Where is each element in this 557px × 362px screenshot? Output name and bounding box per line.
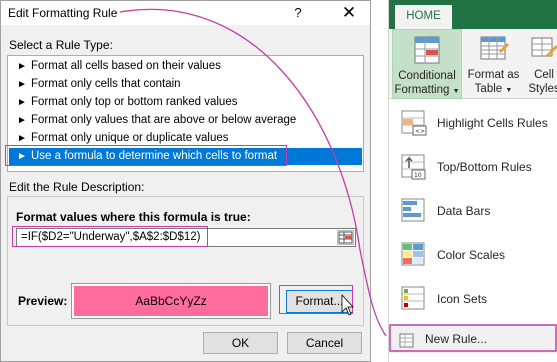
dialog-titlebar: Edit Formatting Rule ? ✕ [1,1,370,25]
edit-formatting-rule-dialog: Edit Formatting Rule ? ✕ Select a Rule T… [0,0,371,362]
arrow-icon: ► [17,61,27,72]
menu-item-icon-sets[interactable]: Icon Sets [389,277,557,321]
menu-item-label: Color Scales [437,248,506,262]
conditional-formatting-icon: ≠ [411,34,443,66]
highlight-cells-icon: <> [399,107,429,137]
rule-type-item[interactable]: ► Format only top or bottom ranked values [9,94,362,111]
new-rule-icon [399,333,414,348]
cell-styles-label-1: Cell [534,69,554,81]
menu-item-label: Data Bars [437,204,491,218]
format-button[interactable]: Format... [286,290,353,313]
icon-sets-icon [399,283,429,313]
cancel-button[interactable]: Cancel [287,332,362,354]
arrow-icon: ► [17,97,27,108]
arrow-icon: ► [17,79,27,90]
svg-text:<>: <> [415,128,425,135]
conditional-formatting-menu: <> Highlight Cells Rules 10 Top/Bottom R… [389,99,557,362]
dropdown-arrow-icon: ▼ [452,88,460,95]
menu-item-label: Top/Bottom Rules [437,160,532,174]
menu-item-new-rule[interactable]: New Rule... [389,327,557,353]
preview-sample-text: AaBbCcYyZz [74,286,268,316]
rule-type-list[interactable]: ► Format all cells based on their values … [7,55,364,172]
cell-styles-icon [528,33,557,65]
rule-type-item[interactable]: ► Format only values that are above or be… [9,112,362,129]
menu-item-label: Highlight Cells Rules [437,116,548,130]
svg-text:10: 10 [414,172,422,179]
format-as-table-label-1: Format as [467,69,520,81]
tab-home[interactable]: HOME [395,5,452,29]
ribbon-styles-group: ≠ Conditional Formatting ▼ Format as Tab… [389,29,557,108]
color-scales-icon [399,239,429,269]
formula-value: =IF($D2="Underway",$A$2:$D$12) [21,231,201,243]
close-button[interactable]: ✕ [336,3,362,23]
rule-type-item[interactable]: ► Format all cells based on their values [9,58,362,75]
formula-label: Format values where this formula is true… [16,210,251,224]
top-bottom-icon: 10 [399,151,429,181]
menu-item-color-scales[interactable]: Color Scales [389,233,557,277]
preview-box: AaBbCcYyZz [71,283,271,319]
arrow-icon: ► [17,133,27,144]
menu-item-top-bottom-rules[interactable]: 10 Top/Bottom Rules [389,145,557,189]
format-as-table-label-2: Table ▼ [474,83,513,95]
dialog-title: Edit Formatting Rule [8,6,118,20]
select-rule-type-label: Select a Rule Type: [9,38,113,52]
formula-input[interactable]: =IF($D2="Underway",$A$2:$D$12) [16,228,356,247]
menu-item-data-bars[interactable]: Data Bars [389,189,557,233]
new-rule-label: New Rule... [425,332,488,346]
range-selector-icon[interactable] [337,230,354,245]
arrow-icon: ► [17,151,27,162]
conditional-formatting-label-1: Conditional [398,70,456,82]
arrow-icon: ► [17,115,27,126]
menu-item-highlight-cells-rules[interactable]: <> Highlight Cells Rules [389,101,557,145]
svg-text:≠: ≠ [428,41,434,49]
excel-ribbon: HOME ≠ Conditional Formatting ▼ Format a… [388,0,557,362]
rule-description-group: Format values where this formula is true… [7,196,364,326]
rule-type-item-selected[interactable]: ► Use a formula to determine which cells … [9,148,362,165]
format-as-table-icon [478,33,510,65]
menu-separator [397,325,553,326]
dropdown-arrow-icon: ▼ [505,87,513,94]
rule-type-item[interactable]: ► Format only cells that contain [9,76,362,93]
ribbon-tab-bar: HOME [389,0,557,29]
edit-description-label: Edit the Rule Description: [9,180,145,194]
format-as-table-button[interactable]: Format as Table ▼ [465,29,522,99]
menu-item-label: Icon Sets [437,292,488,306]
preview-label: Preview: [18,294,68,308]
ok-button[interactable]: OK [203,332,278,354]
conditional-formatting-label-2: Formatting ▼ [394,84,460,96]
cell-styles-button[interactable]: Cell Styles ▼ [524,29,557,108]
conditional-formatting-button[interactable]: ≠ Conditional Formatting ▼ [392,29,462,99]
help-button[interactable]: ? [288,4,308,22]
rule-type-item[interactable]: ► Format only unique or duplicate values [9,130,362,147]
data-bars-icon [399,195,429,225]
